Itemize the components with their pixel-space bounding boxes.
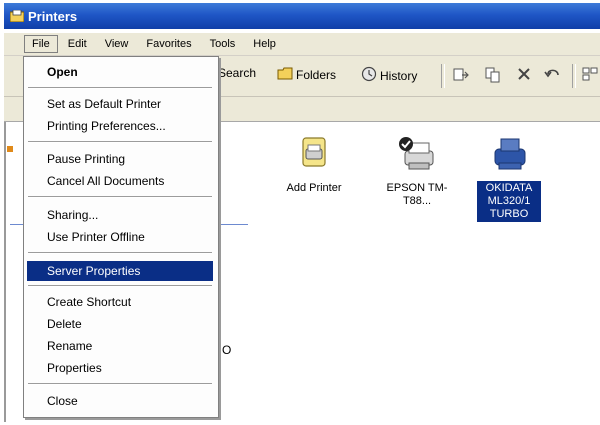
printers-window: Printers File Edit View Favorites Tools … bbox=[0, 0, 600, 425]
left-pane-border bbox=[4, 122, 12, 422]
history-button[interactable]: History bbox=[361, 66, 417, 85]
search-label: Search bbox=[218, 66, 257, 80]
move-to-icon[interactable] bbox=[452, 66, 470, 84]
menu-open[interactable]: Open bbox=[27, 62, 213, 82]
menu-help[interactable]: Help bbox=[245, 35, 284, 53]
menu-separator bbox=[28, 196, 212, 198]
search-button[interactable]: Search bbox=[218, 66, 256, 80]
views-icon[interactable] bbox=[582, 66, 600, 82]
menu-create-shortcut[interactable]: Create Shortcut bbox=[27, 292, 213, 312]
menu-delete[interactable]: Delete bbox=[27, 314, 213, 334]
title-bar[interactable]: Printers bbox=[4, 3, 600, 29]
folders-label: Folders bbox=[296, 67, 337, 82]
toolbar-separator bbox=[441, 64, 445, 88]
folders-icon bbox=[277, 66, 293, 83]
menu-close[interactable]: Close bbox=[27, 391, 213, 411]
okidata-printer-item[interactable]: OKIDATA ML320/1 TURBO bbox=[472, 135, 546, 223]
add-printer-label: Add Printer bbox=[286, 182, 342, 194]
copy-to-icon[interactable] bbox=[484, 66, 502, 84]
menu-rename[interactable]: Rename bbox=[27, 336, 213, 356]
printer-icon bbox=[489, 135, 529, 175]
menu-bar: File Edit View Favorites Tools Help bbox=[4, 33, 600, 56]
menu-printing-preferences[interactable]: Printing Preferences... bbox=[27, 116, 213, 136]
history-label: History bbox=[380, 68, 418, 83]
window-title: Printers bbox=[28, 8, 78, 24]
menu-use-printer-offline[interactable]: Use Printer Offline bbox=[27, 227, 213, 247]
undo-icon[interactable] bbox=[544, 66, 562, 82]
history-icon bbox=[361, 66, 377, 85]
menu-properties[interactable]: Properties bbox=[27, 358, 213, 378]
okidata-printer-label: OKIDATA ML320/1 TURBO bbox=[476, 180, 542, 223]
folders-button[interactable]: Folders bbox=[277, 66, 336, 83]
file-menu-dropdown: Open Set as Default Printer Printing Pre… bbox=[23, 56, 219, 418]
menu-set-default-printer[interactable]: Set as Default Printer bbox=[27, 94, 213, 114]
menu-favorites[interactable]: Favorites bbox=[138, 35, 199, 53]
menu-cancel-all-documents[interactable]: Cancel All Documents bbox=[27, 171, 213, 191]
menu-edit[interactable]: Edit bbox=[60, 35, 95, 53]
epson-printer-label: EPSON TM-T88... bbox=[386, 182, 448, 207]
menu-view[interactable]: View bbox=[97, 35, 137, 53]
add-printer-icon bbox=[294, 135, 334, 175]
menu-separator bbox=[28, 252, 212, 254]
menu-sharing[interactable]: Sharing... bbox=[27, 205, 213, 225]
delete-icon[interactable] bbox=[516, 66, 532, 82]
menu-separator bbox=[28, 141, 212, 143]
epson-printer-item[interactable]: EPSON TM-T88... bbox=[380, 135, 454, 209]
menu-server-properties[interactable]: Server Properties bbox=[27, 261, 213, 281]
menu-separator bbox=[28, 87, 212, 89]
partial-text-fragment: O bbox=[222, 343, 232, 357]
printers-folder-icon bbox=[9, 9, 25, 23]
add-printer-item[interactable]: Add Printer bbox=[277, 135, 351, 196]
menu-tools[interactable]: Tools bbox=[202, 35, 244, 53]
menu-separator bbox=[28, 383, 212, 385]
toolbar-separator bbox=[572, 64, 576, 88]
printer-default-icon bbox=[397, 135, 437, 175]
menu-separator bbox=[28, 285, 212, 287]
menu-pause-printing[interactable]: Pause Printing bbox=[27, 149, 213, 169]
menu-file[interactable]: File bbox=[24, 35, 58, 53]
